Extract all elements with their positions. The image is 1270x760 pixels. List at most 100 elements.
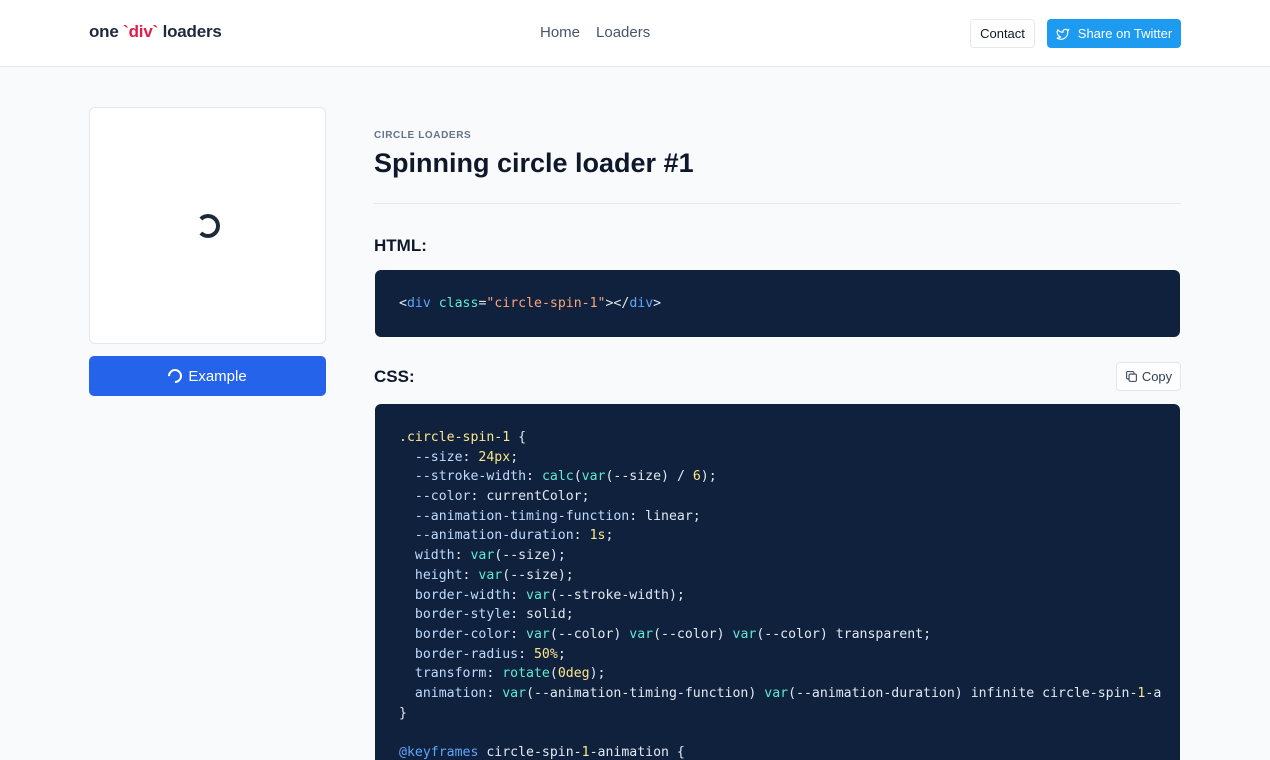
share-twitter-button[interactable]: Share on Twitter <box>1047 19 1181 48</box>
code-token: : <box>486 666 503 682</box>
code-token: div <box>406 296 431 311</box>
code-line: animation: var(--animation-timing-functi… <box>399 684 1161 704</box>
code-token: : <box>518 646 534 662</box>
code-token: } <box>399 705 407 721</box>
code-line: @keyframes circle-spin-1-animation { <box>399 743 1156 760</box>
page-title: Spinning circle loader #1 <box>374 148 694 178</box>
code-token: ></ <box>605 296 630 311</box>
code-token: 1 <box>581 745 590 760</box>
code-token: ( <box>549 666 558 682</box>
category-label: CIRCLE LOADERS <box>374 130 472 141</box>
code-token: : currentColor; <box>470 489 590 505</box>
code-line: border-color: var(--color) var(--color) … <box>399 625 1156 645</box>
code-token: : <box>573 528 590 544</box>
code-token: : <box>526 469 542 485</box>
code-token: var <box>478 567 503 583</box>
html-section-heading: HTML: <box>374 236 427 255</box>
code-line: height: var(--size); <box>399 566 1156 586</box>
share-twitter-label: Share on Twitter <box>1077 26 1173 41</box>
nav-link-loaders[interactable]: Loaders <box>596 24 650 41</box>
code-token: ); <box>589 666 606 682</box>
code-token: : <box>510 626 527 642</box>
code-token: ; <box>510 449 519 465</box>
code-token: : solid; <box>510 607 574 623</box>
code-token: (--size) / <box>605 469 693 485</box>
code-token: var <box>629 626 654 642</box>
nav-link-home[interactable]: Home <box>540 24 580 41</box>
code-token: (--animation-duration) infinite circle-s… <box>788 685 1138 701</box>
loader-preview-card <box>89 107 326 344</box>
spinner-icon <box>165 366 186 386</box>
code-token: 24px <box>478 449 511 465</box>
code-token: 6 <box>692 469 701 485</box>
code-token: "circle-spin-1" <box>486 296 606 311</box>
code-token: (--color) <box>549 626 630 642</box>
code-token: var <box>764 685 789 701</box>
code-token: height <box>399 567 463 583</box>
code-token: animation <box>399 685 487 701</box>
code-token: var <box>732 626 757 642</box>
code-token: 0deg <box>557 666 590 682</box>
code-token: 1s <box>589 528 606 544</box>
example-button[interactable]: Example <box>89 356 326 396</box>
code-token: class <box>438 296 479 311</box>
code-token: width <box>399 548 455 564</box>
code-token: : <box>462 449 479 465</box>
code-line: border-style: solid; <box>399 605 1156 625</box>
code-line: transform: rotate(0deg); <box>399 664 1156 684</box>
code-line: --size: 24px; <box>399 448 1156 468</box>
logo-prefix: one <box>89 22 124 41</box>
code-token: < <box>399 296 407 311</box>
code-token: div <box>629 296 654 311</box>
code-token: --animation-timing-function <box>399 508 630 524</box>
code-token: : <box>510 587 527 603</box>
code-token: : linear; <box>629 508 701 524</box>
html-code-block[interactable]: <div class="circle-spin-1"></div> <box>375 270 1180 337</box>
code-token: border-width <box>399 587 511 603</box>
code-token: @keyframes <box>399 745 479 760</box>
code-token: rotate <box>502 666 550 682</box>
contact-button[interactable]: Contact <box>970 19 1035 48</box>
code-token: -a <box>1145 685 1162 701</box>
code-token: -animation { <box>589 745 685 760</box>
code-token: --color <box>399 489 471 505</box>
logo-accent: `div` <box>123 22 159 41</box>
code-token: circle-spin- <box>478 745 582 760</box>
code-token: : <box>462 567 479 583</box>
code-token: 50% <box>533 646 558 662</box>
code-line: border-radius: 50%; <box>399 645 1156 665</box>
code-line: } <box>399 704 1156 724</box>
code-token: (--size); <box>494 548 566 564</box>
code-token: (--size); <box>502 567 574 583</box>
code-token: > <box>653 296 662 311</box>
code-token: var <box>581 469 606 485</box>
example-button-label: Example <box>188 367 247 385</box>
css-code-block[interactable]: .circle-spin-1 { --size: 24px; --stroke-… <box>375 404 1180 760</box>
css-section-heading: CSS: <box>374 367 415 386</box>
code-line: border-width: var(--stroke-width); <box>399 586 1156 606</box>
code-token: (--animation-timing-function) <box>526 685 765 701</box>
code-token: transform <box>399 666 487 682</box>
code-token: border-radius <box>399 646 519 662</box>
code-token: var <box>470 548 495 564</box>
twitter-icon <box>1056 28 1070 40</box>
code-token: --stroke-width <box>399 469 527 485</box>
code-token: ; <box>605 528 614 544</box>
code-token: (--color) transparent; <box>756 626 932 642</box>
code-token: (--stroke-width); <box>549 587 685 603</box>
copy-button[interactable]: Copy <box>1116 362 1181 391</box>
code-token: border-color <box>399 626 511 642</box>
code-token: (--color) <box>653 626 733 642</box>
code-line: --stroke-width: calc(var(--size) / 6); <box>399 467 1156 487</box>
code-token: .circle-spin-1 <box>399 430 511 445</box>
code-token: { <box>510 430 527 445</box>
logo-suffix: loaders <box>158 22 222 41</box>
code-line: --animation-duration: 1s; <box>399 526 1156 546</box>
divider <box>374 203 1181 204</box>
code-token: ; <box>557 646 566 662</box>
code-line: --color: currentColor; <box>399 487 1156 507</box>
code-token: --size <box>399 449 463 465</box>
site-logo[interactable]: one `div` loaders <box>89 22 222 42</box>
code-token: var <box>526 587 550 603</box>
